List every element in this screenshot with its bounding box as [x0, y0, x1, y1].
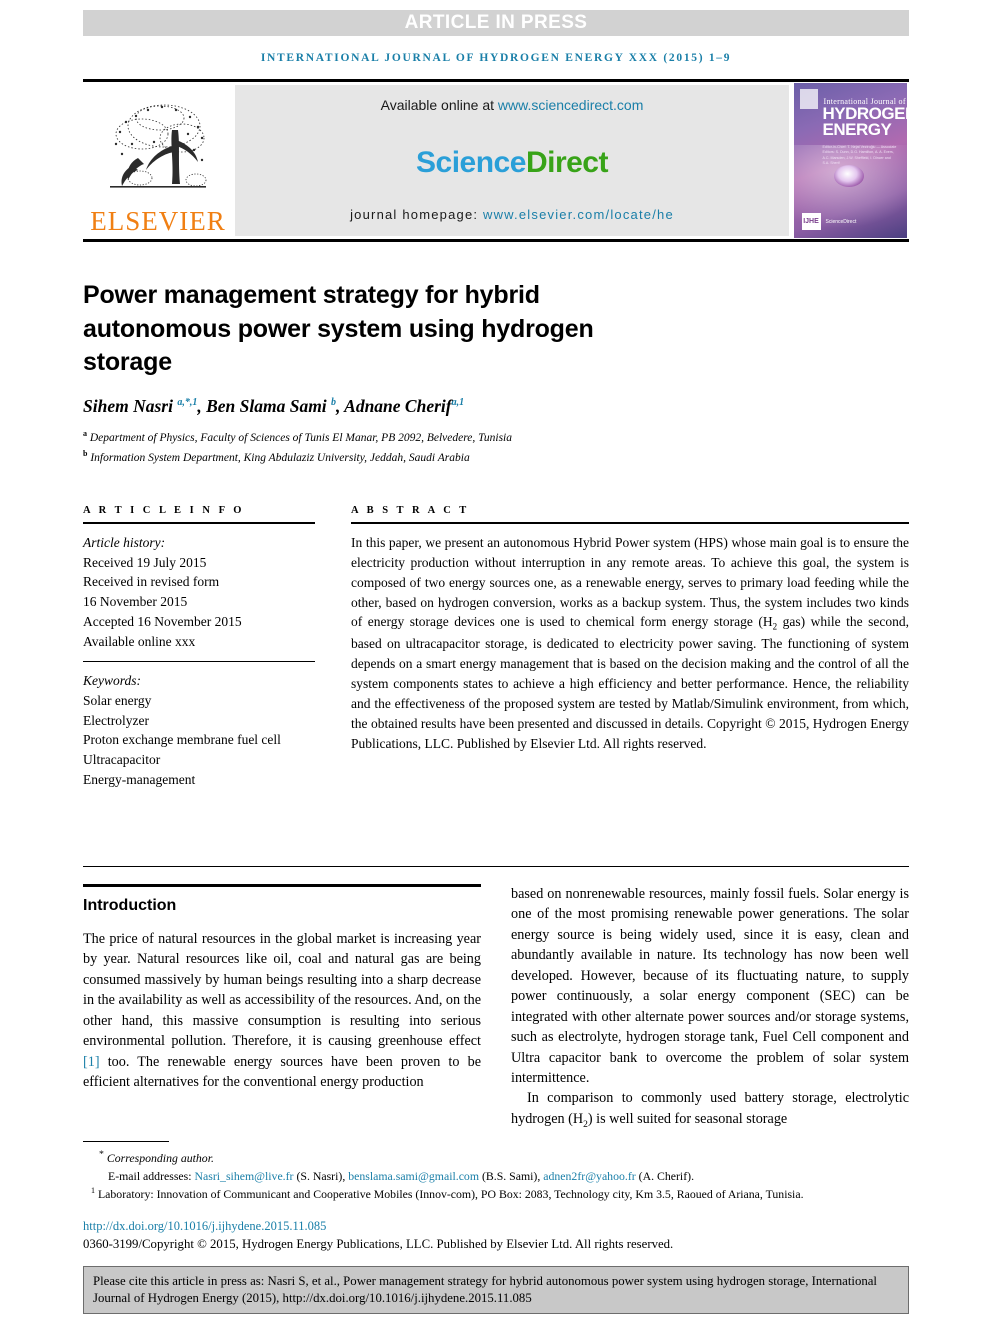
introduction-left-column: Introduction The price of natural resour…	[83, 884, 481, 1093]
available-online-prefix: Available online at	[380, 97, 498, 113]
cover-footer: IJHE ScienceDirect	[801, 213, 857, 230]
abstract-body: In this paper, we present an autonomous …	[351, 533, 909, 753]
cover-ijhe-badge: IJHE	[801, 213, 821, 230]
email-link-2[interactable]: adnen2fr@yahoo.fr	[543, 1169, 635, 1183]
abstract-column: A B S T R A C T In this paper, we presen…	[351, 505, 909, 753]
journal-homepage-line: journal homepage: www.elsevier.com/locat…	[350, 207, 674, 222]
keyword-4: Energy-management	[83, 771, 196, 787]
email-link-0[interactable]: Nasri_sihem@live.fr	[195, 1169, 294, 1183]
article-history-label: Article history:	[83, 535, 166, 550]
journal-cover-image: International Journal of HYDROGEN ENERGY…	[793, 83, 907, 238]
page-title: Power management strategy for hybrid aut…	[83, 280, 594, 377]
citation-notice-text: Please cite this article in press as: Na…	[93, 1274, 877, 1306]
corresponding-author-note: * Corresponding author.	[83, 1148, 909, 1168]
affiliation-marker-a: a	[83, 429, 87, 438]
introduction-p1-tail: too. The renewable energy sources have b…	[83, 1053, 481, 1091]
keywords-block: Keywords: Solar energy Electrolyzer Prot…	[83, 671, 315, 789]
available-online-line: Available online at www.sciencedirect.co…	[381, 97, 644, 113]
cover-provider-label: ScienceDirect	[825, 218, 857, 225]
cover-editors-text: Editor-in-Chief: T. Nejat Veziroğlu — As…	[822, 145, 897, 166]
sciencedirect-logo-part1: Science	[416, 146, 526, 179]
cover-title: HYDROGEN ENERGY	[822, 105, 907, 140]
article-history-block: Article history: Received 19 July 2015 R…	[83, 533, 315, 651]
affiliation-list: a Department of Physics, Faculty of Scie…	[83, 428, 883, 467]
citation-notice-box: Please cite this article in press as: Na…	[83, 1266, 909, 1314]
introduction-heading: Introduction	[83, 897, 177, 914]
sciencedirect-logo: ScienceDirect	[416, 146, 608, 180]
keyword-2: Proton exchange membrane fuel cell	[83, 732, 281, 748]
cover-elsevier-badge	[799, 89, 818, 109]
introduction-right-column: based on nonrenewable resources, mainly …	[511, 884, 909, 1132]
introduction-paragraph-3: In comparison to commonly used battery s…	[511, 1090, 909, 1130]
journal-cover-thumbnail: International Journal of HYDROGEN ENERGY…	[791, 82, 909, 239]
article-in-press-banner: ARTICLE IN PRESS	[83, 10, 909, 36]
introduction-paragraph-1: The price of natural resources in the gl…	[83, 929, 481, 1093]
keyword-3: Ultracapacitor	[83, 752, 161, 768]
email-person-1: (B.S. Sami)	[481, 1168, 538, 1183]
elsevier-wordmark: ELSEVIER	[90, 206, 226, 236]
elsevier-logo: ELSEVIER	[83, 82, 233, 239]
email-person-2: (A. Cherif).	[638, 1168, 695, 1183]
elsevier-tree-icon	[110, 104, 207, 188]
asterisk-icon: *	[99, 1149, 104, 1160]
laboratory-text: Laboratory: Innovation of Communicant an…	[97, 1187, 804, 1202]
footnote-block: * Corresponding author. E-mail addresses…	[83, 1148, 909, 1204]
laboratory-note: 1 Laboratory: Innovation of Communicant …	[83, 1185, 909, 1204]
history-item-1: Received in revised form	[83, 574, 220, 590]
abstract-body-text: In this paper, we present an autonomous …	[351, 535, 909, 731]
email-addresses-note: E-mail addresses: Nasri_sihem@live.fr (S…	[108, 1168, 695, 1183]
article-info-rule	[83, 522, 315, 524]
history-item-2: 16 November 2015	[83, 594, 188, 610]
affiliation-text-a: Department of Physics, Faculty of Scienc…	[89, 431, 513, 444]
footnote-rule	[83, 1141, 169, 1142]
journal-homepage-prefix: journal homepage:	[350, 207, 483, 222]
email-link-1[interactable]: benslama.sami@gmail.com	[348, 1169, 479, 1183]
article-page: ARTICLE IN PRESS INTERNATIONAL JOURNAL O…	[0, 0, 992, 1323]
journal-running-head: INTERNATIONAL JOURNAL OF HYDROGEN ENERGY…	[260, 52, 732, 64]
abstract-rule	[351, 522, 909, 524]
affiliation-a: a Department of Physics, Faculty of Scie…	[83, 428, 883, 448]
reference-link-1[interactable]: [1]	[83, 1054, 100, 1070]
article-info-column: A R T I C L E I N F O Article history: R…	[83, 505, 315, 789]
keywords-rule-top	[83, 661, 315, 663]
issn-copyright-line: 0360-3199/Copyright © 2015, Hydrogen Ene…	[83, 1237, 674, 1251]
history-item-3: Accepted 16 November 2015	[83, 613, 242, 629]
doi-link[interactable]: http://dx.doi.org/10.1016/j.ijhydene.201…	[83, 1219, 326, 1233]
abstract-heading: A B S T R A C T	[351, 505, 470, 516]
affiliation-text-b: Information System Department, King Abdu…	[90, 451, 470, 464]
cover-title-line2: ENERGY	[822, 120, 892, 140]
keyword-1: Electrolyzer	[83, 712, 149, 728]
corresponding-author-text: Corresponding author.	[106, 1150, 214, 1165]
journal-masthead: ELSEVIER Available online at www.science…	[83, 79, 909, 242]
introduction-p1-head: The price of natural resources in the gl…	[83, 931, 481, 1050]
article-info-heading: A R T I C L E I N F O	[83, 505, 245, 516]
sciencedirect-panel: Available online at www.sciencedirect.co…	[235, 85, 789, 236]
introduction-paragraph-2: based on nonrenewable resources, mainly …	[511, 886, 909, 1086]
history-item-4: Available online xxx	[83, 633, 196, 649]
author-list: Sihem Nasri a,*,1, Ben Slama Sami b, Adn…	[83, 396, 465, 416]
history-item-0: Received 19 July 2015	[83, 554, 207, 570]
email-person-0: (S. Nasri)	[296, 1168, 343, 1183]
cover-orb-graphic	[833, 165, 864, 187]
keyword-0: Solar energy	[83, 692, 152, 708]
article-in-press-label: ARTICLE IN PRESS	[404, 12, 588, 33]
sciencedirect-logo-part2: Direct	[525, 146, 609, 179]
email-label: E-mail addresses:	[108, 1168, 192, 1183]
sciencedirect-url-link[interactable]: www.sciencedirect.com	[498, 97, 644, 113]
introduction-rule	[83, 884, 481, 887]
affiliation-b: b Information System Department, King Ab…	[83, 448, 883, 468]
content-divider	[83, 866, 909, 867]
keywords-label: Keywords:	[83, 673, 141, 689]
journal-homepage-link[interactable]: www.elsevier.com/locate/he	[483, 207, 674, 222]
affiliation-marker-b: b	[83, 448, 88, 458]
doi-line: http://dx.doi.org/10.1016/j.ijhydene.201…	[83, 1219, 326, 1234]
footnote-marker-1: 1	[91, 1186, 95, 1196]
